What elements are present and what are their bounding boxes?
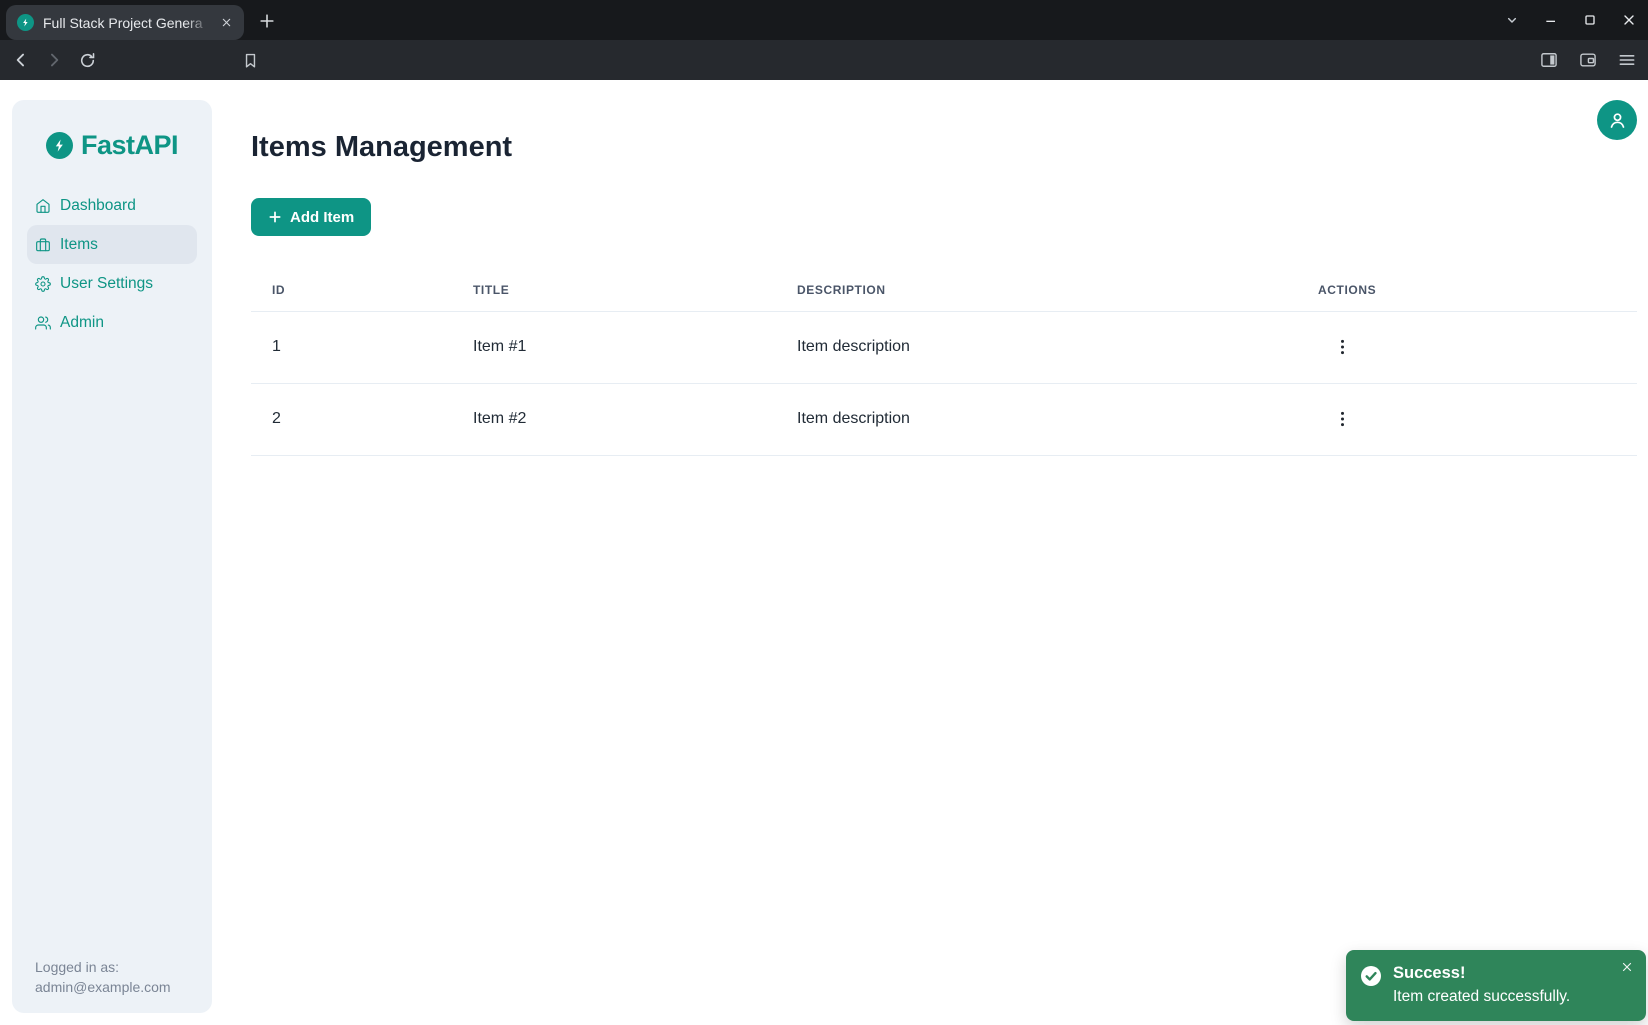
column-header-actions: ACTIONS [1297, 270, 1637, 311]
briefcase-icon [35, 237, 51, 253]
sidebar-item-items[interactable]: Items [27, 225, 197, 264]
sidebar-item-dashboard[interactable]: Dashboard [27, 186, 197, 225]
logged-in-email: admin@example.com [35, 977, 171, 997]
plus-icon [268, 210, 282, 224]
add-item-button[interactable]: Add Item [251, 198, 371, 236]
brave-wallet-icon[interactable] [1576, 48, 1600, 72]
bookmark-icon[interactable] [238, 48, 262, 72]
table-row: 2 Item #2 Item description [251, 383, 1637, 455]
forward-button[interactable] [42, 48, 66, 72]
logged-in-label: Logged in as: [35, 957, 171, 977]
sidebar-item-label: User Settings [60, 275, 153, 293]
row-actions-menu-button[interactable] [1328, 333, 1356, 361]
sidebar-nav: Dashboard Items User Settings Admin [12, 186, 212, 342]
cell-title: Item #2 [452, 383, 776, 455]
check-circle-icon [1360, 965, 1382, 1008]
success-toast: Success! Item created successfully. [1346, 950, 1646, 1021]
tab-search-chevron-icon[interactable] [1501, 9, 1523, 31]
row-actions-menu-button[interactable] [1328, 405, 1356, 433]
column-header-title: TITLE [452, 270, 776, 311]
home-icon [35, 198, 51, 214]
toast-message: Item created successfully. [1393, 987, 1570, 1006]
logged-in-info: Logged in as: admin@example.com [35, 957, 171, 997]
users-icon [35, 315, 51, 331]
fastapi-favicon-icon [17, 14, 34, 31]
sidebar-item-user-settings[interactable]: User Settings [27, 264, 197, 303]
menu-hamburger-icon[interactable] [1615, 48, 1639, 72]
sidebar-item-label: Items [60, 236, 98, 254]
sidebar: FastAPI Dashboard Items User Settings Ad… [12, 100, 212, 1013]
column-header-id: ID [251, 270, 452, 311]
window-maximize-button[interactable] [1579, 9, 1601, 31]
cell-title: Item #1 [452, 311, 776, 383]
sidebar-item-label: Dashboard [60, 197, 136, 215]
cell-id: 2 [251, 383, 452, 455]
table-header-row: ID TITLE DESCRIPTION ACTIONS [251, 270, 1637, 311]
page-content: FastAPI Dashboard Items User Settings Ad… [0, 80, 1648, 1025]
tab-close-icon[interactable] [217, 14, 235, 32]
fastapi-logo-icon [46, 132, 73, 159]
column-header-description: DESCRIPTION [776, 270, 1297, 311]
browser-tab-strip: Full Stack Project Genera [0, 0, 1648, 40]
user-avatar-button[interactable] [1597, 100, 1637, 140]
reload-button[interactable] [75, 48, 99, 72]
page-title: Items Management [251, 131, 512, 163]
items-table: ID TITLE DESCRIPTION ACTIONS 1 Item #1 I… [251, 270, 1637, 456]
browser-toolbar: localhost/items 1 [0, 40, 1648, 80]
cell-description: Item description [776, 311, 1297, 383]
sidebar-item-label: Admin [60, 314, 104, 332]
kebab-menu-icon [1340, 338, 1345, 356]
add-item-label: Add Item [290, 209, 354, 226]
gear-icon [35, 276, 51, 292]
cell-description: Item description [776, 383, 1297, 455]
fastapi-logo: FastAPI [12, 130, 212, 160]
cell-id: 1 [251, 311, 452, 383]
toast-title: Success! [1393, 963, 1570, 983]
browser-tab[interactable]: Full Stack Project Genera [6, 5, 244, 40]
logo-text: FastAPI [81, 130, 178, 161]
back-button[interactable] [9, 48, 33, 72]
tab-title: Full Stack Project Genera [43, 14, 211, 32]
window-minimize-button[interactable] [1540, 9, 1562, 31]
new-tab-button[interactable] [254, 8, 280, 34]
window-close-button[interactable] [1618, 9, 1640, 31]
toast-close-icon[interactable] [1619, 959, 1635, 975]
sidebar-panel-icon[interactable] [1537, 48, 1561, 72]
user-icon [1606, 109, 1629, 132]
kebab-menu-icon [1340, 410, 1345, 428]
sidebar-item-admin[interactable]: Admin [27, 303, 197, 342]
table-row: 1 Item #1 Item description [251, 311, 1637, 383]
